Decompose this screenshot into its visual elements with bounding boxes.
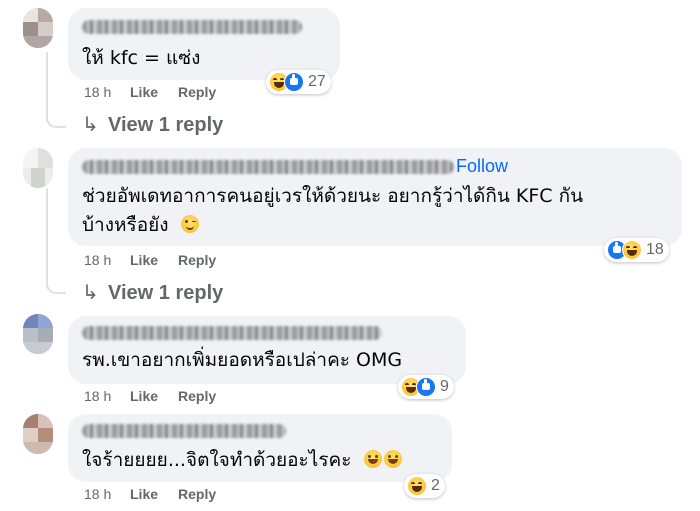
avatar[interactable] <box>23 148 53 188</box>
view-replies-label: View 1 reply <box>108 282 224 304</box>
view-replies-button[interactable]: ↳ View 1 reply <box>82 280 223 305</box>
reaction-count: 18 <box>646 241 664 258</box>
avatar[interactable] <box>23 414 53 454</box>
like-button[interactable]: Like <box>130 486 158 502</box>
haha-icon <box>622 240 642 260</box>
like-icon <box>416 377 436 397</box>
comment-bubble: ใจร้ายยยย...จิตใจทำด้วยอะไรคะ <box>68 414 452 482</box>
reply-button[interactable]: Reply <box>178 388 216 404</box>
reaction-summary[interactable]: 2 <box>404 474 445 498</box>
comment-actions: 18 h Like Reply <box>84 252 284 270</box>
like-button[interactable]: Like <box>130 388 158 404</box>
reaction-summary[interactable]: 9 <box>398 375 454 399</box>
reaction-count: 9 <box>440 378 449 395</box>
timestamp[interactable]: 18 h <box>84 252 111 268</box>
thread-line <box>46 188 48 288</box>
comment-text-line-2-text: บ้างหรือยัง <box>82 214 169 236</box>
smirk-emoji-icon <box>180 215 199 233</box>
reply-button[interactable]: Reply <box>178 84 216 100</box>
author-name-blurred[interactable] <box>82 160 454 174</box>
like-button[interactable]: Like <box>130 252 158 268</box>
comment-actions: 18 h Like Reply <box>84 84 284 102</box>
reply-arrow-icon: ↳ <box>82 282 99 304</box>
reply-button[interactable]: Reply <box>178 252 216 268</box>
comment-text-line-1: ช่วยอัพเดทอาการคนอยู่เวรให้ด้วยนะ อยากรู… <box>82 185 584 207</box>
thread-curve <box>46 108 66 128</box>
comment-bubble: Follow ช่วยอัพเดทอาการคนอยู่เวรให้ด้วยนะ… <box>68 148 682 246</box>
thread-curve <box>46 274 66 294</box>
comment-bubble: รพ.เขาอยากเพิ่มยอดหรือเปล่าคะ OMG <box>68 316 466 384</box>
like-button[interactable]: Like <box>130 84 158 100</box>
avatar[interactable] <box>23 314 53 354</box>
reaction-summary[interactable]: 18 <box>604 238 669 262</box>
comment-actions: 18 h Like Reply <box>84 388 284 406</box>
comment-actions: 18 h Like Reply <box>84 486 284 504</box>
view-replies-label: View 1 reply <box>108 114 224 136</box>
comment-text: ให้ kfc = แซ่ง <box>82 47 201 69</box>
reply-arrow-icon: ↳ <box>82 114 99 136</box>
timestamp[interactable]: 18 h <box>84 84 111 100</box>
author-name-blurred[interactable] <box>82 20 302 34</box>
reaction-count: 2 <box>431 477 440 494</box>
comment-text-line-2: บ้างหรือยัง <box>82 211 199 240</box>
author-name-blurred[interactable] <box>82 326 382 340</box>
comment-text-body: ใจร้ายยยย...จิตใจทำด้วยอะไรคะ <box>82 449 352 471</box>
haha-icon <box>407 476 427 496</box>
comment-text: รพ.เขาอยากเพิ่มยอดหรือเปล่าคะ OMG <box>82 349 403 371</box>
reply-button[interactable]: Reply <box>178 486 216 502</box>
avatar[interactable] <box>23 8 53 48</box>
reaction-count: 27 <box>308 73 326 90</box>
view-replies-button[interactable]: ↳ View 1 reply <box>82 112 223 137</box>
author-name-blurred[interactable] <box>82 424 286 438</box>
like-icon <box>284 72 304 92</box>
grin-emoji-icon <box>383 450 402 468</box>
timestamp[interactable]: 18 h <box>84 486 111 502</box>
timestamp[interactable]: 18 h <box>84 388 111 404</box>
grin-emoji-icon <box>363 450 382 468</box>
comment-text: ใจร้ายยยย...จิตใจทำด้วยอะไรคะ <box>82 446 402 475</box>
follow-link[interactable]: Follow <box>456 156 508 177</box>
